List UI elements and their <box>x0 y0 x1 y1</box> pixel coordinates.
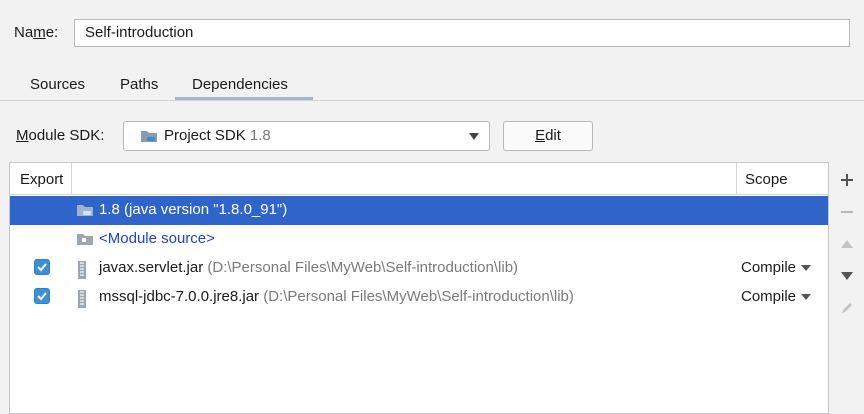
module-source-label: <Module source> <box>99 230 215 247</box>
jar-icon <box>76 290 88 312</box>
export-checkbox[interactable] <box>34 259 50 275</box>
dependencies-toolbar <box>832 162 862 412</box>
column-divider <box>71 163 72 194</box>
add-icon[interactable] <box>836 169 858 191</box>
sdk-folder-icon <box>140 129 158 147</box>
module-folder-icon <box>76 232 94 250</box>
jar-icon <box>76 261 88 283</box>
table-row[interactable]: mssql-jdbc-7.0.0.jre8.jar (D:\Personal F… <box>10 283 828 312</box>
table-header: Export Scope <box>10 163 828 195</box>
tab-bar: Sources Paths Dependencies <box>0 70 864 100</box>
dependency-path: (D:\Personal Files\MyWeb\Self-introducti… <box>207 259 519 276</box>
export-checkbox[interactable] <box>34 288 50 304</box>
dependency-name: mssql-jdbc-7.0.0.jre8.jar <box>99 288 260 305</box>
chevron-down-icon <box>801 294 812 301</box>
tab-sources[interactable]: Sources <box>30 76 85 93</box>
move-up-icon[interactable] <box>836 233 858 255</box>
scope-dropdown[interactable]: Compile <box>741 259 812 276</box>
dependency-name: 1.8 (java version "1.8.0_91") <box>99 201 288 218</box>
edit-button[interactable]: Edit <box>503 121 593 151</box>
name-label: Name: <box>14 24 59 41</box>
remove-icon[interactable] <box>836 201 858 223</box>
table-row[interactable]: javax.servlet.jar (D:\Personal Files\MyW… <box>10 254 828 283</box>
table-row[interactable]: 1.8 (java version "1.8.0_91") <box>10 196 828 225</box>
module-sdk-label: Module SDK: <box>16 127 105 144</box>
module-sdk-select[interactable]: Project SDK 1.8 <box>123 121 490 151</box>
edit-pencil-icon[interactable] <box>836 297 858 319</box>
export-column-header[interactable]: Export <box>20 171 63 188</box>
sdk-version: 1.8 <box>249 127 271 144</box>
tab-paths[interactable]: Paths <box>120 76 158 93</box>
sdk-folder-icon <box>76 203 94 221</box>
scope-dropdown[interactable]: Compile <box>741 288 812 305</box>
chevron-down-icon[interactable] <box>469 133 479 140</box>
dependency-name: javax.servlet.jar <box>99 259 204 276</box>
dependencies-table: Export Scope 1.8 (java version "1.8.0_91… <box>9 162 829 414</box>
tab-dependencies[interactable]: Dependencies <box>192 76 288 93</box>
table-row[interactable]: <Module source> <box>10 225 828 254</box>
sdk-selected-value: Project SDK <box>164 127 246 144</box>
move-down-icon[interactable] <box>836 265 858 287</box>
name-input[interactable]: Self-introduction <box>74 19 850 47</box>
tabs-divider <box>0 100 864 101</box>
dependency-path: (D:\Personal Files\MyWeb\Self-introducti… <box>263 288 574 305</box>
chevron-down-icon <box>801 265 812 272</box>
scope-column-header[interactable]: Scope <box>745 171 788 188</box>
column-divider <box>736 163 737 194</box>
